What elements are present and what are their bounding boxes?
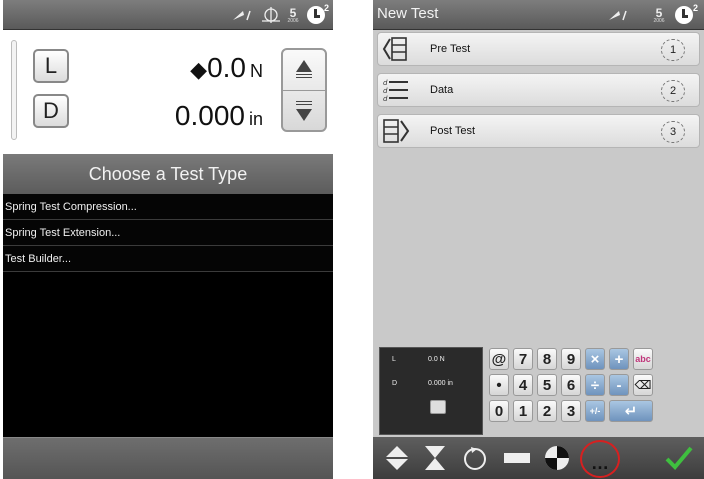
quadrant-circle-icon[interactable]	[543, 444, 571, 472]
step-number: 2	[661, 80, 685, 102]
bar-icon[interactable]	[503, 444, 531, 472]
load-readout: ◆0.0 N	[190, 52, 263, 83]
step-label: Post Test	[430, 125, 476, 137]
key-minus[interactable]: -	[609, 374, 629, 396]
step-post-test[interactable]: Post Test 3	[377, 114, 700, 148]
mini-load-value: 0.0 N	[428, 356, 445, 363]
test-type-list: Spring Test Compression... Spring Test E…	[3, 194, 333, 272]
direction-icon: ◆	[190, 57, 208, 82]
key-abc[interactable]: abc	[633, 348, 653, 370]
title-bar: New Test 5 2006 2	[373, 0, 704, 30]
key-decimal[interactable]: •	[489, 374, 509, 396]
key-4[interactable]: 4	[513, 374, 533, 396]
year-icon: 5 2006	[653, 5, 665, 24]
section-title: Choose a Test Type	[3, 154, 333, 194]
cycle-icon[interactable]	[461, 444, 489, 472]
mini-readout: L 0.0 N D 0.000 in	[379, 347, 483, 435]
signal-icon	[605, 4, 631, 26]
key-enter[interactable]: ↵	[609, 400, 653, 422]
key-2[interactable]: 2	[537, 400, 557, 422]
key-7[interactable]: 7	[513, 348, 533, 370]
test-item-builder[interactable]: Test Builder...	[3, 246, 333, 272]
checkmark-icon[interactable]	[665, 444, 693, 472]
readout-panel: L D ◆0.0 N 0.000 in	[3, 30, 333, 154]
step-pre-test[interactable]: Pre Test 1	[377, 32, 700, 66]
key-at[interactable]: @	[489, 348, 509, 370]
key-5[interactable]: 5	[537, 374, 557, 396]
slider-track[interactable]	[11, 40, 17, 140]
key-multiply[interactable]: ×	[585, 348, 605, 370]
status-bar: 5 2006 2	[3, 0, 333, 30]
clock-icon[interactable]	[673, 4, 695, 26]
window-title: New Test	[377, 5, 439, 22]
step-number: 1	[661, 39, 685, 61]
bottom-bar	[3, 437, 333, 479]
post-test-icon	[382, 118, 410, 144]
key-1[interactable]: 1	[513, 400, 533, 422]
mini-displacement-key[interactable]: D	[392, 380, 397, 387]
test-item-extension[interactable]: Spring Test Extension...	[3, 220, 333, 246]
up-down-diamond-icon[interactable]	[383, 444, 411, 472]
svg-text:d: d	[383, 95, 388, 103]
key-divide[interactable]: ÷	[585, 374, 605, 396]
key-plus-minus[interactable]: +/-	[585, 400, 605, 422]
arrow-up-icon	[294, 60, 314, 80]
jog-down-button[interactable]	[283, 90, 325, 130]
left-screen: 5 2006 2 L D ◆0.0 N 0.000 in Choose a Test…	[3, 0, 333, 479]
svg-text:d: d	[383, 87, 388, 95]
key-backspace[interactable]: ⌫	[633, 374, 653, 396]
year-icon: 5 2006	[287, 5, 299, 24]
clock-badge: 2	[693, 3, 699, 13]
displacement-readout: 0.000 in	[174, 100, 263, 131]
hourglass-icon[interactable]	[421, 444, 449, 472]
step-label: Pre Test	[430, 43, 471, 55]
right-screen: New Test 5 2006 2 Pre Test 1 ddd Data 2 …	[373, 0, 704, 479]
arrow-down-icon	[294, 100, 314, 121]
key-plus[interactable]: +	[609, 348, 629, 370]
load-key[interactable]: L	[33, 49, 69, 83]
clock-badge: 2	[324, 3, 330, 13]
key-6[interactable]: 6	[561, 374, 581, 396]
displacement-key[interactable]: D	[33, 94, 69, 128]
key-0[interactable]: 0	[489, 400, 509, 422]
test-item-compression[interactable]: Spring Test Compression...	[3, 194, 333, 220]
step-data[interactable]: ddd Data 2	[377, 73, 700, 107]
more-options-button[interactable]: …	[580, 440, 620, 478]
mini-load-key[interactable]: L	[392, 356, 396, 363]
key-8[interactable]: 8	[537, 348, 557, 370]
data-list-icon: ddd	[382, 77, 410, 103]
svg-text:d: d	[383, 79, 388, 87]
bottom-toolbar: …	[373, 437, 704, 479]
step-label: Data	[430, 84, 454, 96]
step-number: 3	[661, 121, 685, 143]
key-3[interactable]: 3	[561, 400, 581, 422]
mini-jog-button[interactable]	[430, 400, 446, 414]
key-9[interactable]: 9	[561, 348, 581, 370]
angle-icon	[259, 4, 283, 26]
mini-displacement-value: 0.000 in	[428, 380, 453, 387]
pre-test-icon	[382, 36, 410, 62]
jog-control	[281, 48, 327, 132]
jog-up-button[interactable]	[283, 50, 325, 90]
signal-icon	[229, 4, 255, 26]
